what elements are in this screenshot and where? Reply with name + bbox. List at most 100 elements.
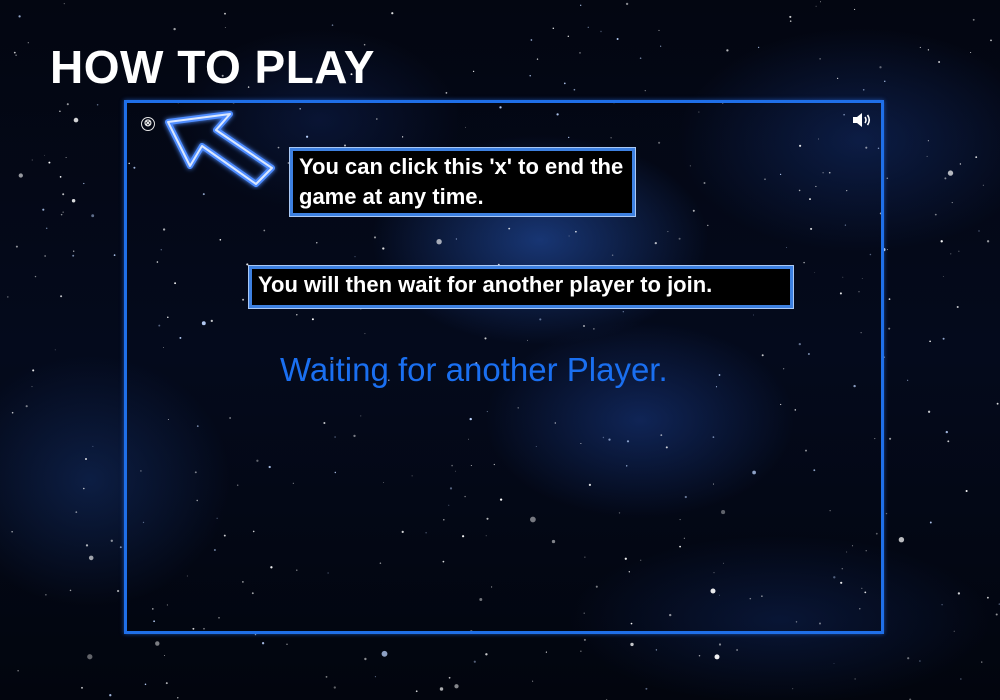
- star: [644, 89, 646, 92]
- star: [757, 46, 760, 49]
- star: [587, 26, 589, 28]
- pointer-arrow-icon: [165, 111, 275, 187]
- star: [59, 110, 61, 113]
- star: [44, 154, 46, 156]
- star: [73, 250, 75, 252]
- star: [473, 660, 476, 663]
- star: [62, 193, 65, 196]
- star: [62, 211, 64, 213]
- star: [31, 386, 33, 388]
- star: [45, 227, 48, 230]
- star: [660, 45, 662, 47]
- star: [59, 176, 62, 178]
- close-icon[interactable]: ⊗: [141, 117, 155, 131]
- star: [982, 184, 984, 186]
- waiting-status-text: Waiting for another Player.: [280, 351, 668, 388]
- star: [567, 35, 570, 38]
- star: [927, 410, 931, 413]
- star: [485, 653, 488, 656]
- star: [942, 276, 944, 277]
- star: [929, 340, 931, 343]
- star: [34, 275, 37, 278]
- star: [96, 104, 99, 106]
- star: [439, 687, 444, 691]
- star: [18, 173, 23, 178]
- star: [951, 202, 953, 204]
- star: [580, 4, 582, 6]
- star: [862, 88, 865, 91]
- star: [958, 250, 960, 252]
- star: [836, 77, 839, 80]
- star: [975, 156, 978, 158]
- star: [75, 511, 78, 513]
- star: [907, 657, 910, 660]
- star: [986, 240, 990, 243]
- star: [927, 140, 929, 142]
- star: [92, 445, 94, 447]
- star: [820, 1, 821, 3]
- star: [18, 15, 21, 18]
- star: [884, 80, 886, 82]
- star: [970, 51, 972, 54]
- star: [940, 240, 943, 243]
- star: [907, 379, 909, 381]
- star: [545, 651, 547, 653]
- star: [415, 690, 418, 693]
- star: [714, 654, 720, 660]
- star: [945, 430, 948, 434]
- star: [15, 54, 17, 57]
- star: [854, 678, 856, 680]
- star: [71, 199, 76, 203]
- star: [31, 159, 33, 161]
- star: [11, 531, 13, 533]
- star: [792, 688, 794, 690]
- star: [819, 58, 821, 60]
- star: [616, 38, 619, 40]
- speaker-icon[interactable]: [851, 111, 873, 129]
- star: [110, 539, 113, 542]
- wait-hint-callout: You will then wait for another player to…: [248, 265, 794, 309]
- star: [155, 641, 160, 646]
- star: [109, 694, 112, 697]
- star: [364, 657, 367, 661]
- star: [888, 298, 891, 300]
- star: [530, 39, 533, 41]
- star: [956, 305, 959, 309]
- star: [536, 58, 539, 60]
- star: [119, 546, 122, 549]
- star: [325, 675, 328, 678]
- star: [579, 52, 581, 54]
- star: [445, 92, 448, 94]
- star: [391, 12, 394, 15]
- star: [885, 512, 888, 515]
- star: [944, 177, 947, 180]
- star: [54, 349, 56, 351]
- star: [177, 697, 179, 699]
- star: [718, 643, 722, 646]
- star: [88, 555, 94, 561]
- star: [13, 51, 16, 54]
- star: [224, 12, 226, 15]
- star: [888, 327, 891, 330]
- star: [573, 88, 576, 91]
- star: [986, 596, 989, 599]
- star: [331, 24, 334, 26]
- star: [27, 42, 29, 44]
- star: [960, 678, 962, 680]
- star: [580, 650, 582, 652]
- star: [658, 29, 660, 31]
- star: [72, 254, 75, 257]
- star: [532, 680, 534, 682]
- star: [529, 74, 531, 77]
- star: [60, 213, 63, 216]
- star: [965, 489, 968, 493]
- star: [82, 487, 85, 490]
- star: [224, 26, 226, 29]
- star: [972, 18, 975, 21]
- star: [630, 642, 634, 647]
- star: [84, 457, 88, 461]
- star: [32, 369, 35, 372]
- star: [978, 230, 980, 232]
- star: [645, 687, 648, 690]
- star: [926, 155, 928, 157]
